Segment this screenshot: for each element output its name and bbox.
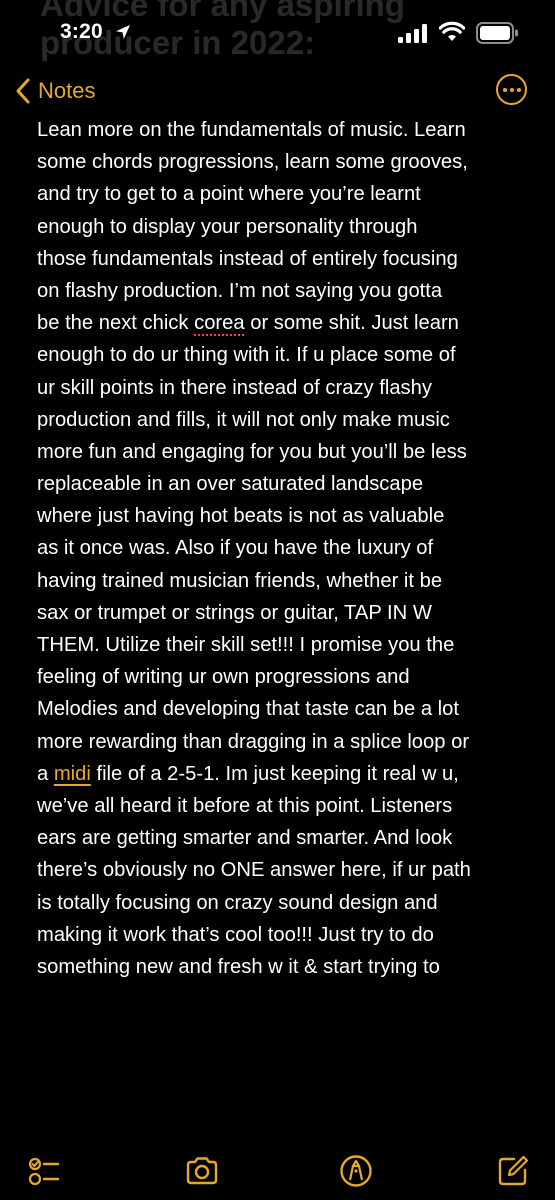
checklist-icon[interactable]	[27, 1154, 61, 1188]
status-time: 3:20	[60, 20, 103, 43]
status-bar: Advice for any aspiring producer in 2022…	[0, 0, 555, 66]
detected-link-word[interactable]: midi	[54, 763, 91, 785]
note-line: production and fills, it will not only m…	[37, 408, 450, 431]
note-line: we’ve all heard it before at this point.…	[37, 794, 453, 817]
note-line: enough to display your personality throu…	[37, 215, 418, 238]
compose-icon[interactable]	[496, 1154, 530, 1188]
note-line: enough to do ur thing with it. If u plac…	[37, 344, 456, 367]
back-button[interactable]: Notes	[14, 74, 95, 108]
note-line: a midi file of a 2-5-1. Im just keeping …	[37, 762, 459, 785]
note-line: those fundamentals instead of entirely f…	[37, 247, 458, 270]
note-line: something new and fresh w it & start try…	[37, 955, 440, 978]
note-line: where just having hot beats is not as va…	[37, 505, 445, 528]
note-line: on flashy production. I’m not saying you…	[37, 279, 443, 302]
note-line: and try to get to a point where you’re l…	[37, 183, 421, 206]
note-body-text[interactable]: Lean more on the fundamentals of music. …	[37, 114, 537, 984]
note-line: Lean more on the fundamentals of music. …	[37, 119, 466, 141]
note-line: Melodies and developing that taste can b…	[37, 698, 459, 721]
note-line: THEM. Utilize their skill set!!! I promi…	[37, 634, 455, 656]
cellular-signal-icon	[398, 24, 427, 43]
note-line: more fun and engaging for you but you’ll…	[37, 440, 467, 463]
ellipsis-circle-icon	[502, 87, 507, 92]
note-line: more rewarding than dragging in a splice…	[37, 730, 470, 753]
chevron-left-icon	[16, 78, 30, 104]
note-line: replaceable in an over saturated landsca…	[37, 473, 424, 496]
note-line: there’s obviously no ONE answer here, if…	[37, 859, 471, 882]
wifi-icon	[439, 21, 465, 41]
bottom-toolbar	[0, 1140, 555, 1200]
note-line: ur skill points in there instead of craz…	[37, 376, 432, 399]
more-options-button[interactable]	[496, 74, 527, 105]
note-line: be the next chick corea or some shit. Ju…	[37, 312, 459, 335]
back-label: Notes	[38, 78, 96, 103]
markup-pen-icon[interactable]	[339, 1154, 373, 1188]
note-line: as it once was. Also if you have the lux…	[37, 537, 434, 560]
note-line: ears are getting smarter and smarter. An…	[37, 827, 453, 850]
note-line: sax or trumpet or strings or guitar, TAP…	[37, 601, 432, 624]
location-arrow-icon	[116, 25, 130, 39]
note-line: making it work that’s cool too!!! Just t…	[37, 923, 434, 946]
note-line: having trained musician friends, whether…	[37, 569, 443, 592]
battery-icon	[476, 22, 518, 44]
note-line: feeling of writing ur own progressions a…	[37, 666, 410, 689]
misspelled-word[interactable]: corea	[194, 312, 245, 334]
note-line: think outside of the box early if u real…	[37, 983, 537, 984]
camera-icon[interactable]	[185, 1154, 219, 1188]
note-line: some chords progressions, learn some gro…	[37, 151, 468, 174]
note-line: is totally focusing on crazy sound desig…	[37, 891, 438, 914]
